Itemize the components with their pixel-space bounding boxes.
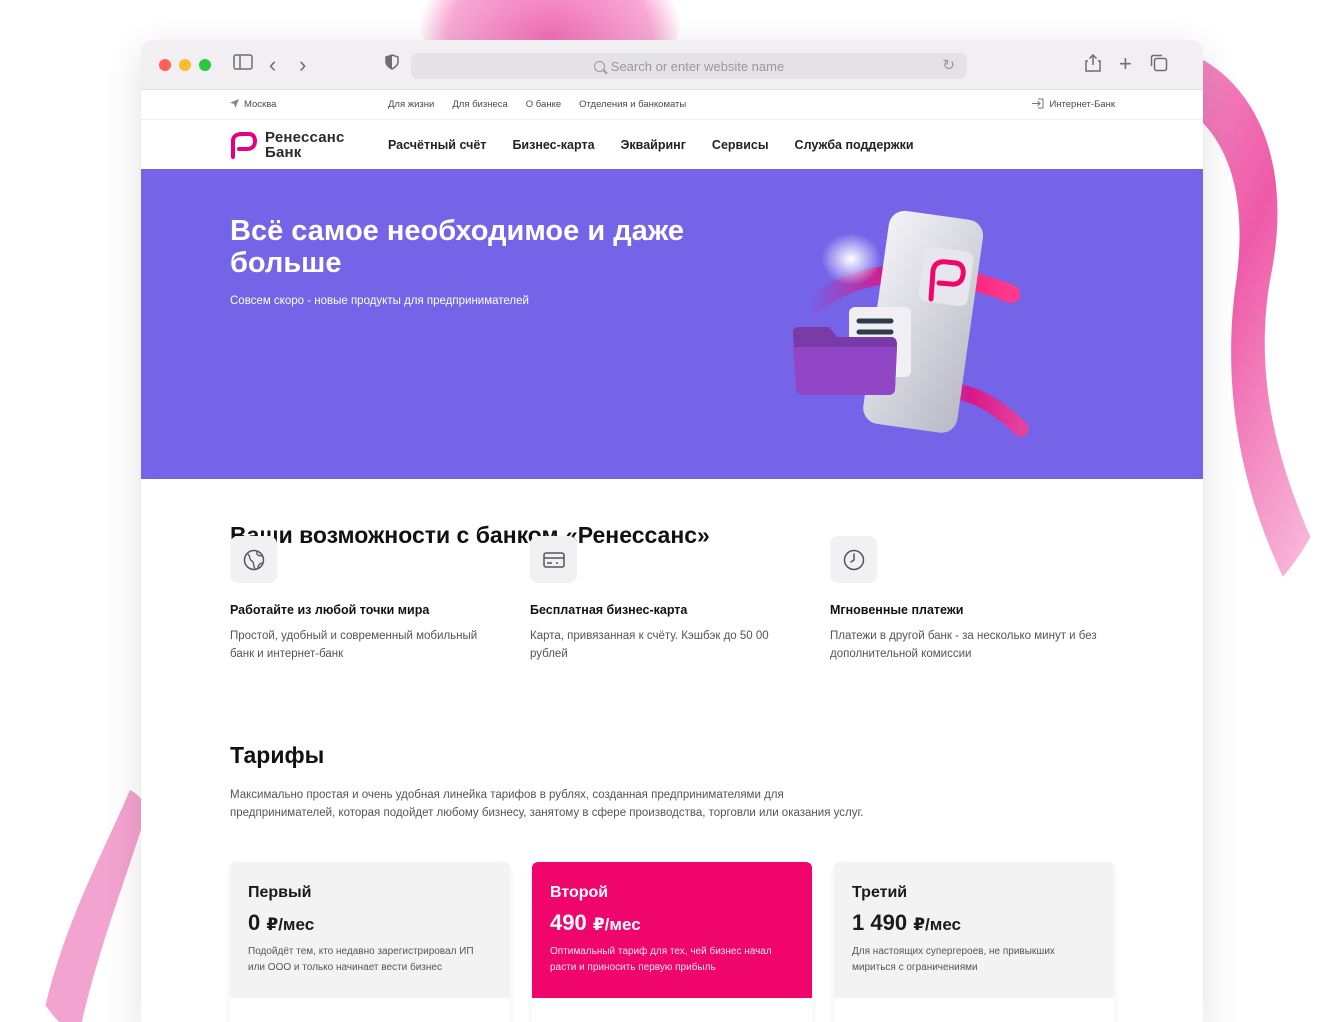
- hero-title: Всё самое необходимое и даже больше: [230, 215, 685, 279]
- tariff-description: Подойдёт тем, кто недавно зарегистрирова…: [248, 946, 474, 973]
- city-selector[interactable]: Москва: [230, 98, 277, 111]
- bank-name-line1: Ренессанс: [265, 129, 345, 146]
- renaissance-logo-icon: [231, 132, 257, 159]
- feature-text: Простой, удобный и современный мобильный…: [230, 630, 478, 660]
- main-navigation: Ренессанс Банк Расчётный счёт Бизнес-кар…: [141, 120, 1203, 170]
- internet-bank-link[interactable]: Интернет-Банк: [1032, 98, 1115, 112]
- feature-title: Мгновенные платежи: [830, 603, 964, 617]
- link-for-business[interactable]: Для бизнеса: [452, 99, 507, 110]
- feature-text: Карта, привязанная к счёту. Кэшбэк до 50…: [530, 630, 769, 660]
- feature-item: Работайте из любой точки мира Простой, у…: [230, 536, 530, 663]
- tariffs-section-title: Тарифы: [230, 742, 325, 768]
- tariff-card-footer: [230, 998, 510, 1022]
- tariff-price-value: 490: [550, 910, 587, 935]
- tariff-name: Первый: [248, 884, 312, 901]
- feature-title: Работайте из любой точки мира: [230, 603, 430, 617]
- tabs-overview-icon[interactable]: [1150, 54, 1168, 77]
- nav-settlement-account[interactable]: Расчётный счёт: [388, 138, 486, 152]
- search-icon: [593, 60, 605, 72]
- tariffs-description: Максимально простая и очень удобная лине…: [230, 789, 864, 819]
- window-controls: [159, 58, 211, 71]
- tariff-name: Второй: [550, 884, 609, 901]
- link-about-bank[interactable]: О банке: [526, 99, 561, 110]
- clock-icon: [830, 536, 877, 583]
- top-utility-bar: Москва Для жизни Для бизнеса О банке Отд…: [141, 90, 1203, 120]
- tariff-cards: Первый 0 ₽/мес Подойдёт тем, кто недавно…: [230, 862, 1114, 1022]
- link-for-life[interactable]: Для жизни: [388, 99, 434, 110]
- minimize-window-button[interactable]: [179, 58, 191, 71]
- nav-services[interactable]: Сервисы: [712, 138, 769, 152]
- tariff-price: 0 ₽/мес: [248, 910, 492, 936]
- feature-text: Платежи в другой банк - за несколько мин…: [830, 630, 1097, 660]
- feature-item: Мгновенные платежи Платежи в другой банк…: [830, 536, 1130, 663]
- city-label: Москва: [244, 99, 277, 110]
- tariff-price: 1 490 ₽/мес: [852, 910, 1096, 936]
- nav-support[interactable]: Служба поддержки: [795, 138, 914, 152]
- tariff-price-value: 1 490: [852, 910, 908, 935]
- tariff-description: Для настоящих супергероев, не привыкших …: [852, 946, 1055, 973]
- back-icon[interactable]: ‹: [269, 52, 276, 78]
- close-window-button[interactable]: [159, 58, 171, 71]
- login-icon: [1032, 98, 1044, 112]
- card-icon: [530, 536, 577, 583]
- tariff-card-third[interactable]: Третий 1 490 ₽/мес Для настоящих суперге…: [834, 862, 1114, 1022]
- maximize-window-button[interactable]: [199, 58, 211, 71]
- share-icon[interactable]: [1085, 53, 1101, 77]
- globe-icon: [230, 536, 277, 583]
- tariff-card-second[interactable]: Второй 490 ₽/мес Оптимальный тариф для т…: [532, 862, 812, 1022]
- address-bar[interactable]: Search or enter website name ↻: [411, 53, 967, 79]
- nav-business-card[interactable]: Бизнес-карта: [512, 138, 594, 152]
- primary-nav-links: Расчётный счёт Бизнес-карта Эквайринг Се…: [388, 138, 914, 152]
- features-list: Работайте из любой точки мира Простой, у…: [230, 536, 1130, 663]
- tariff-price: 490 ₽/мес: [550, 910, 794, 936]
- feature-item: Бесплатная бизнес-карта Карта, привязанн…: [530, 536, 830, 663]
- tariff-price-unit: ₽/мес: [266, 915, 315, 934]
- new-tab-icon[interactable]: +: [1119, 51, 1132, 77]
- hero-subtitle: Совсем скоро - новые продукты для предпр…: [230, 295, 529, 307]
- forward-icon[interactable]: ›: [299, 52, 306, 78]
- bank-logo[interactable]: Ренессанс Банк: [229, 130, 345, 160]
- tariff-card-footer: [532, 998, 812, 1022]
- tariff-price-value: 0: [248, 910, 261, 935]
- bank-name-line2: Банк: [265, 144, 302, 161]
- tariff-card-first[interactable]: Первый 0 ₽/мес Подойдёт тем, кто недавно…: [230, 862, 510, 1022]
- phone-folder-illustration: [793, 210, 1029, 437]
- tariff-price-unit: ₽/мес: [592, 915, 641, 934]
- audience-links: Для жизни Для бизнеса О банке Отделения …: [388, 99, 686, 110]
- tariff-price-unit: ₽/мес: [913, 915, 961, 934]
- reload-icon[interactable]: ↻: [942, 56, 955, 74]
- tariff-description: Оптимальный тариф для тех, чей бизнес на…: [550, 946, 772, 973]
- sidebar-toggle-icon[interactable]: [233, 54, 253, 75]
- bank-name: Ренессанс Банк: [265, 130, 345, 160]
- tariff-name: Третий: [852, 884, 908, 901]
- tariff-card-footer: [834, 998, 1114, 1022]
- address-bar-placeholder: Search or enter website name: [610, 58, 785, 74]
- nav-acquiring[interactable]: Эквайринг: [621, 138, 686, 152]
- hero-banner: Всё самое необходимое и даже больше Совс…: [141, 169, 1203, 479]
- link-branches-atms[interactable]: Отделения и банкоматы: [579, 99, 686, 110]
- browser-toolbar: ‹ › Search or enter website name ↻ +: [141, 40, 1203, 90]
- feature-title: Бесплатная бизнес-карта: [530, 603, 688, 617]
- internet-bank-label: Интернет-Банк: [1049, 99, 1115, 110]
- privacy-shield-icon[interactable]: [385, 54, 399, 75]
- location-arrow-icon: [230, 98, 239, 111]
